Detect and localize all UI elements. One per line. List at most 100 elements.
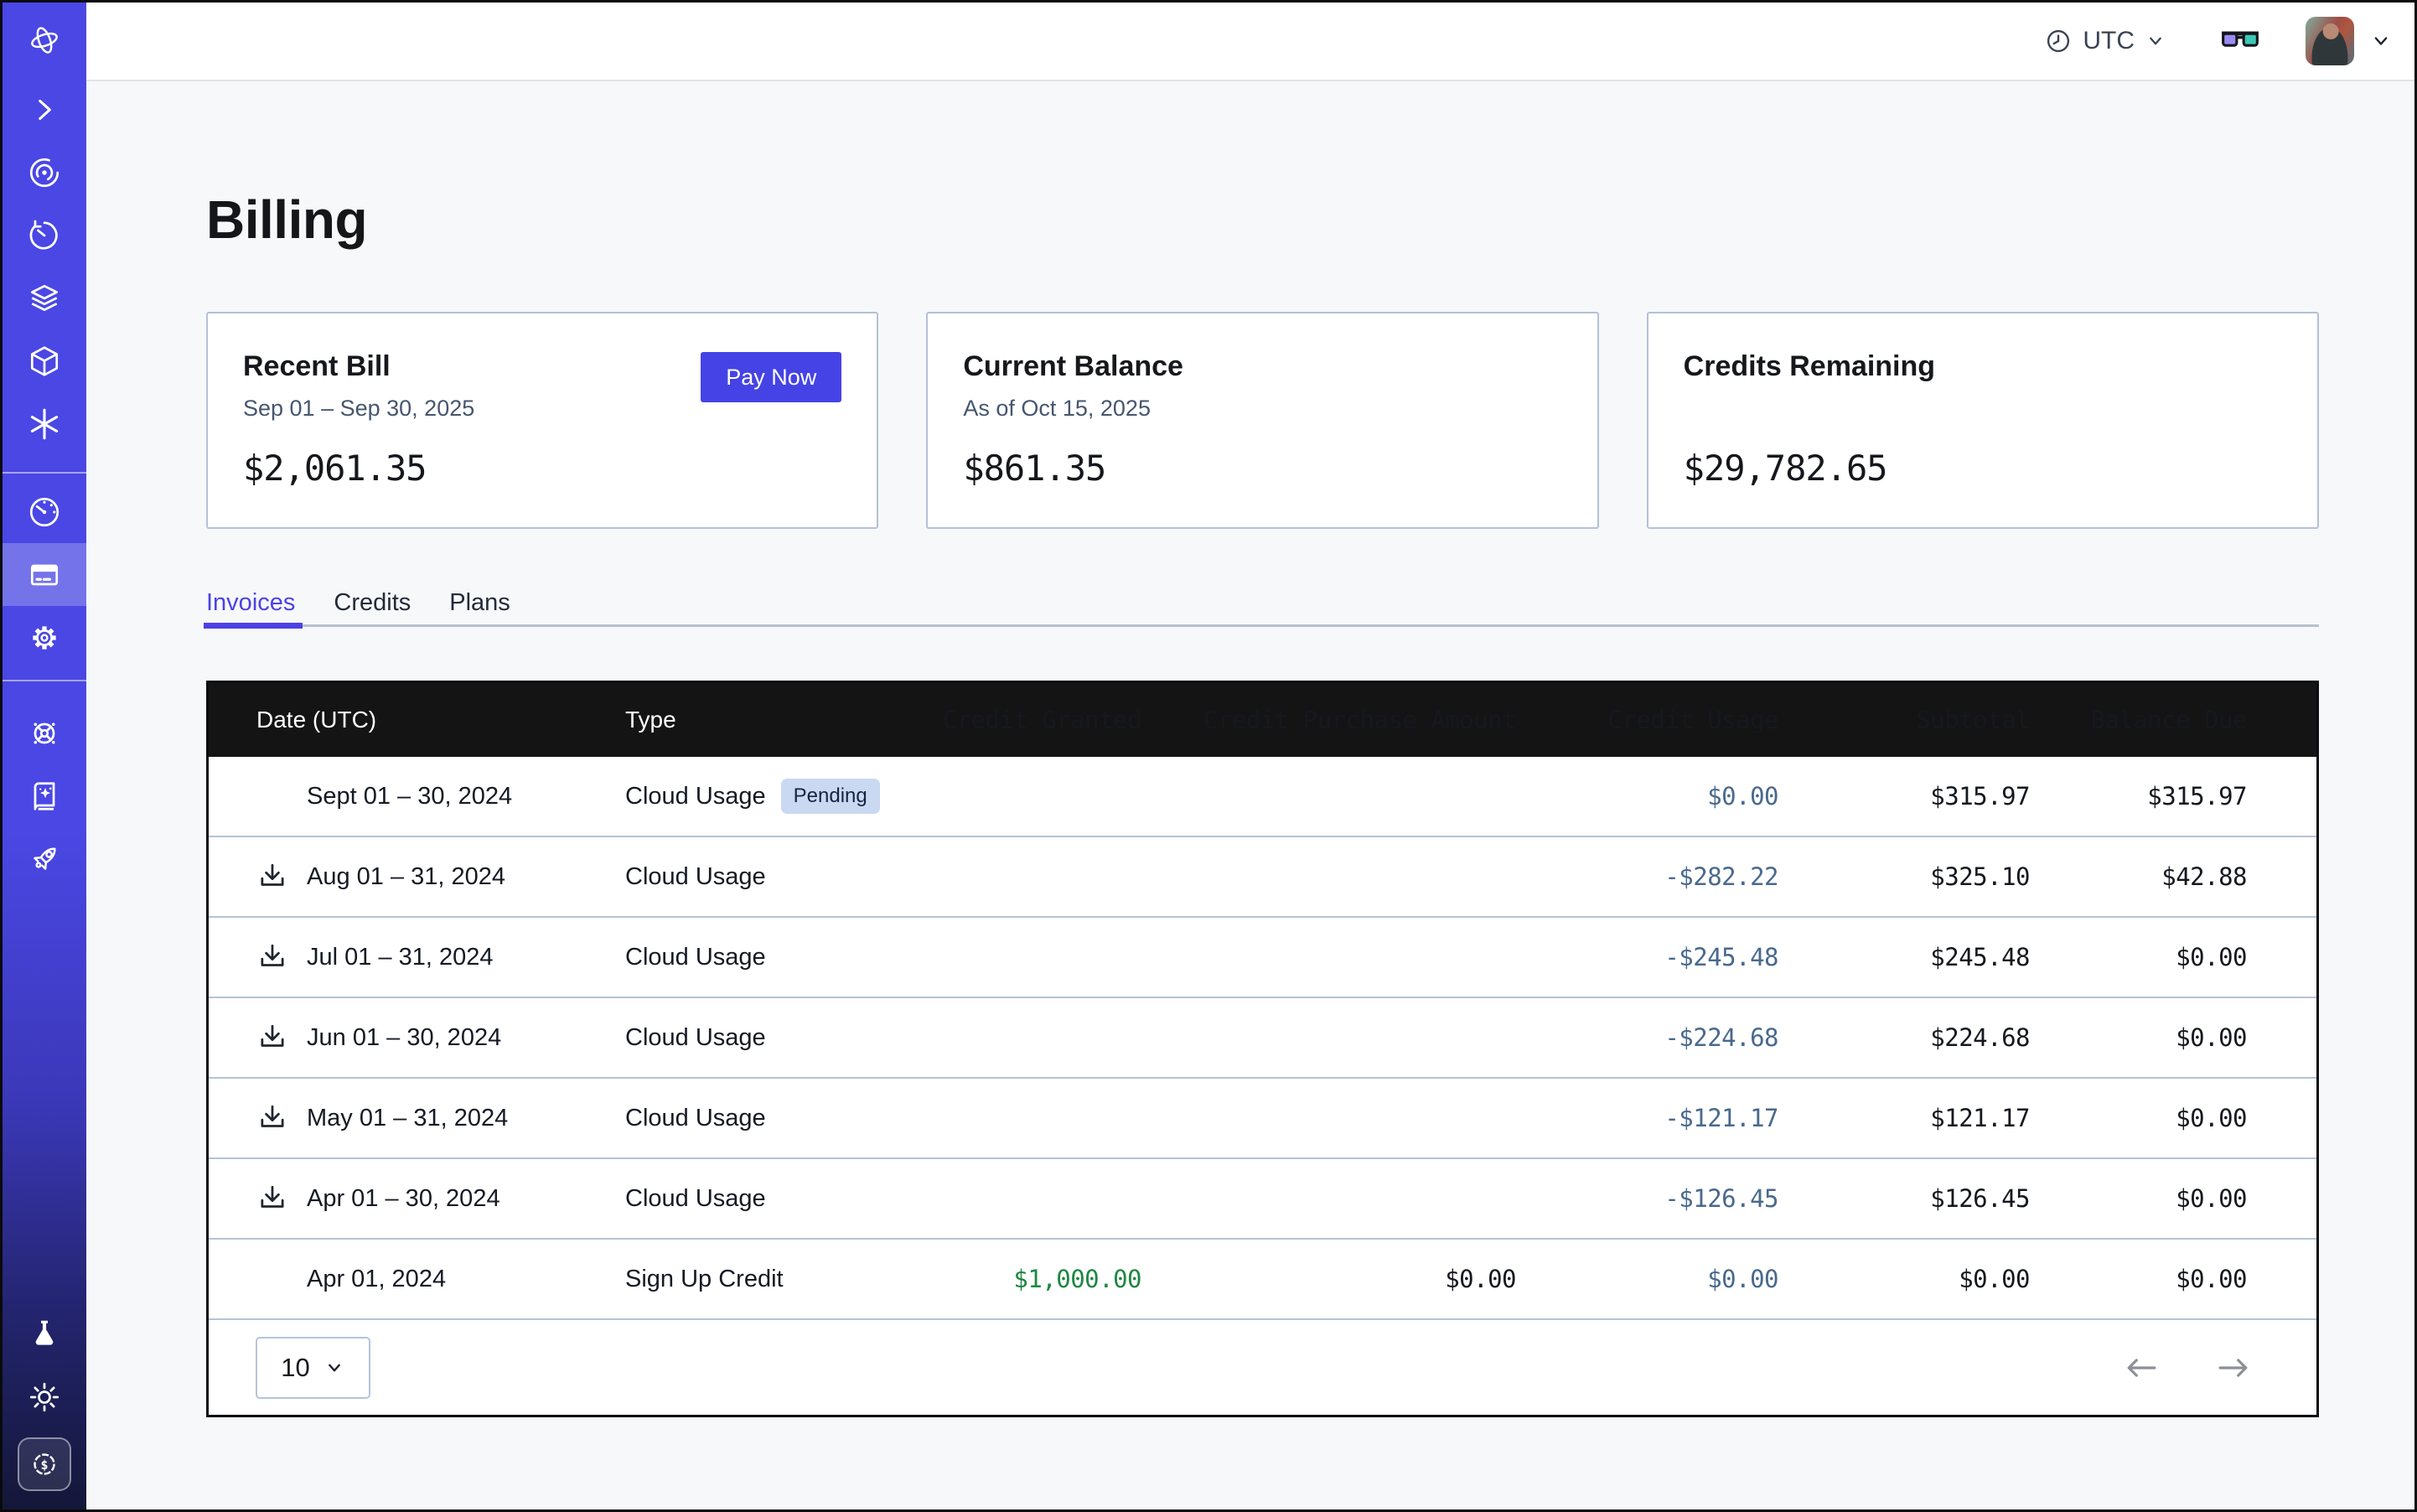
type-cell: Sign Up Credit [625, 1266, 919, 1293]
sidebar-item-history[interactable] [3, 204, 86, 267]
arrow-left-icon [2122, 1354, 2161, 1382]
table-row: Sept 01 – 30, 2024 Cloud Usage Pending $… [209, 757, 2316, 837]
balance-due-value: $0.00 [2030, 1265, 2247, 1293]
credit-granted-value: $1,000.00 [919, 1265, 1141, 1293]
sidebar-credits-button[interactable]: $ [18, 1437, 71, 1491]
main-area: UTC Billing Recent Bill [86, 3, 2414, 1509]
sidebar-item-theme[interactable] [3, 1365, 86, 1428]
balance-due-value: $0.00 [2030, 943, 2247, 971]
prev-page-button[interactable] [2122, 1354, 2161, 1382]
invoice-date: May 01 – 31, 2024 [307, 1105, 508, 1132]
sidebar-item-logo[interactable] [3, 3, 86, 78]
download-icon [256, 1102, 288, 1134]
sidebar-item-layers[interactable] [3, 267, 86, 329]
download-icon [256, 941, 288, 973]
card-title: Current Balance [963, 350, 1597, 383]
invoice-type: Sign Up Credit [625, 1266, 784, 1293]
table-header: Date (UTC) Type Credit Granted Credit Pu… [209, 683, 2316, 757]
status-badge: Pending [781, 779, 880, 814]
pay-now-button[interactable]: Pay Now [701, 352, 841, 402]
type-cell: Cloud Usage [625, 1105, 919, 1132]
rocket-icon [27, 841, 62, 877]
sidebar-item-rocket[interactable] [3, 827, 86, 890]
subtotal-value: $0.00 [1778, 1265, 2030, 1293]
sidebar-item-disc[interactable] [3, 141, 86, 204]
download-invoice-button[interactable] [256, 941, 288, 973]
download-invoice-button[interactable] [256, 861, 288, 893]
sidebar-item-helm[interactable] [3, 702, 86, 764]
type-cell: Cloud Usage [625, 1024, 919, 1052]
sidebar-item-cube[interactable] [3, 329, 86, 392]
table-row: Jul 01 – 31, 2024 Cloud Usage -$245.48 $… [209, 918, 2316, 998]
subtotal-value: $325.10 [1778, 862, 2030, 891]
page-size-value: 10 [281, 1353, 309, 1383]
col-type: Type [625, 707, 919, 733]
timezone-selector[interactable]: UTC [2044, 27, 2166, 55]
sidebar-item-docs[interactable] [3, 764, 86, 827]
account-menu-button[interactable] [2369, 29, 2393, 53]
date-cell: Apr 01 – 30, 2024 [256, 1183, 625, 1214]
invoice-date: Jul 01 – 31, 2024 [307, 944, 494, 971]
next-page-button[interactable] [2214, 1354, 2253, 1382]
docs-book-icon [27, 779, 62, 814]
download-invoice-button[interactable] [256, 1022, 288, 1054]
table-row: Jun 01 – 30, 2024 Cloud Usage -$224.68 $… [209, 998, 2316, 1079]
sidebar-item-labs[interactable] [3, 1302, 86, 1365]
avatar[interactable] [2306, 17, 2354, 65]
chevron-right-icon [27, 92, 62, 127]
sidebar-divider [3, 680, 86, 681]
col-credit-purchase: Credit Purchase Amount [1141, 706, 1516, 734]
download-icon [256, 861, 288, 893]
sidebar-item-usage[interactable] [3, 480, 86, 543]
page-size-select[interactable]: 10 [256, 1337, 370, 1399]
asterisk-icon [27, 406, 62, 442]
balance-due-value: $0.00 [2030, 1184, 2247, 1213]
timezone-label: UTC [2083, 27, 2135, 55]
reader-mode-button[interactable] [2220, 27, 2260, 55]
current-balance-card: Current Balance As of Oct 15, 2025 $861.… [926, 312, 1598, 529]
tab-credits[interactable]: Credits [334, 588, 411, 624]
download-invoice-button[interactable] [256, 1102, 288, 1134]
invoice-type: Cloud Usage [625, 944, 766, 971]
invoices-table: Date (UTC) Type Credit Granted Credit Pu… [206, 681, 2319, 1417]
invoice-type: Cloud Usage [625, 1024, 766, 1052]
balance-due-value: $315.97 [2030, 782, 2247, 810]
clock-icon [2044, 27, 2073, 55]
sidebar-item-settings[interactable] [3, 606, 86, 669]
card-title: Credits Remaining [1684, 350, 2317, 383]
invoice-date: Apr 01, 2024 [307, 1266, 446, 1293]
col-credit-granted: Credit Granted [919, 706, 1141, 734]
sidebar-item-collapse[interactable] [3, 78, 86, 141]
col-balance-due: Balance Due [2030, 706, 2247, 734]
date-cell: Aug 01 – 31, 2024 [256, 861, 625, 893]
gauge-icon [27, 495, 62, 530]
sidebar: $ [3, 3, 86, 1509]
content: Billing Recent Bill Sep 01 – Sep 30, 202… [86, 81, 2414, 1509]
history-icon [27, 218, 62, 253]
billing-icon [27, 557, 62, 593]
subtotal-value: $245.48 [1778, 943, 2030, 971]
invoice-type: Cloud Usage [625, 863, 766, 891]
subtotal-value: $315.97 [1778, 782, 2030, 810]
tab-plans[interactable]: Plans [449, 588, 510, 624]
dollar-badge-icon: $ [28, 1447, 61, 1481]
chevron-down-icon [2369, 29, 2393, 53]
tab-invoices[interactable]: Invoices [206, 588, 295, 624]
type-cell: Cloud Usage [625, 863, 919, 891]
table-row: Apr 01, 2024 Sign Up Credit $1,000.00 $0… [209, 1240, 2316, 1320]
credit-usage-value: -$224.68 [1516, 1023, 1778, 1052]
logo-icon [27, 23, 62, 58]
subtotal-value: $224.68 [1778, 1023, 2030, 1052]
sidebar-item-asterisk[interactable] [3, 392, 86, 455]
col-subtotal: Subtotal [1778, 706, 2030, 734]
cube-icon [27, 344, 62, 379]
invoice-date: Sept 01 – 30, 2024 [307, 783, 512, 810]
download-invoice-button[interactable] [256, 1183, 288, 1214]
table-row: Aug 01 – 31, 2024 Cloud Usage -$282.22 $… [209, 837, 2316, 918]
credit-usage-value: -$126.45 [1516, 1184, 1778, 1213]
date-cell: Jun 01 – 30, 2024 [256, 1022, 625, 1054]
sidebar-item-billing[interactable] [3, 543, 86, 606]
invoice-type: Cloud Usage [625, 783, 766, 810]
date-cell: May 01 – 31, 2024 [256, 1102, 625, 1134]
sidebar-divider [3, 472, 86, 474]
